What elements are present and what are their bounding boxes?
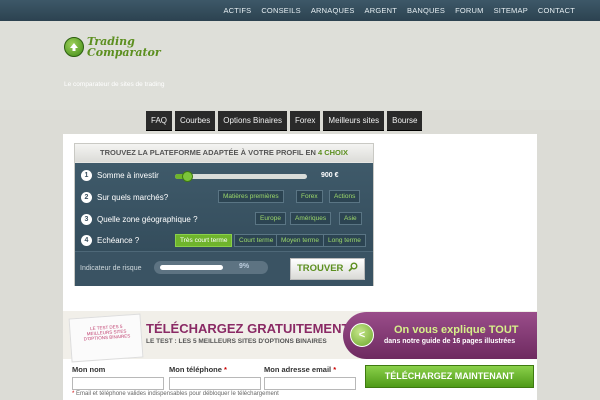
option-matieres-premieres[interactable]: Matières premières <box>218 190 284 203</box>
phone-label: Mon téléphone * <box>169 365 227 374</box>
banner-headline: On vous explique TOUT <box>394 324 519 336</box>
risk-indicator: Indicateur de risque 9% TROUVER <box>75 251 373 286</box>
question-label: Somme à investir <box>97 171 159 180</box>
step-number: 4 <box>81 235 92 246</box>
question-label: Sur quels marchés? <box>97 193 169 202</box>
step-number: 1 <box>81 170 92 181</box>
logo-line-2: Comparator <box>87 46 161 59</box>
question-amount: 1 Somme à investir <box>81 170 159 181</box>
risk-label: Indicateur de risque <box>80 265 142 272</box>
option-europe[interactable]: Europe <box>255 212 286 225</box>
nav-item-meilleurs-sites[interactable]: Meilleurs sites <box>323 111 385 131</box>
guide-explainer-banner: < On vous explique TOUT dans notre guide… <box>343 312 537 359</box>
finder-title-text: TROUVEZ LA PLATEFORME ADAPTÉE À VOTRE PR… <box>100 148 318 157</box>
step-number: 2 <box>81 192 92 203</box>
topnav-item-contact[interactable]: CONTACT <box>533 0 580 15</box>
site-tagline: Le comparateur de sites de trading <box>64 81 165 88</box>
topnav-item-arnaques[interactable]: ARNAQUES <box>306 0 360 15</box>
form-note: * Email et téléphone valides indispensab… <box>72 391 279 397</box>
amount-slider[interactable] <box>175 171 307 182</box>
find-button[interactable]: TROUVER <box>290 258 365 280</box>
find-button-label: TROUVER <box>296 263 344 274</box>
amount-value: 900 € <box>321 172 339 179</box>
risk-bar: 9% <box>154 261 268 274</box>
risk-value: 9% <box>239 263 250 270</box>
top-navigation: ACTIFS CONSEILS ARNAQUES ARGENT BANQUES … <box>0 0 600 21</box>
required-mark: * <box>72 391 75 397</box>
platform-finder: TROUVEZ LA PLATEFORME ADAPTÉE À VOTRE PR… <box>74 143 374 286</box>
download-now-button[interactable]: TÉLÉCHARGEZ MAINTENANT <box>365 365 534 388</box>
nav-item-forex[interactable]: Forex <box>289 111 321 131</box>
email-input[interactable] <box>264 377 356 390</box>
main-navigation: FAQ Courbes Options Binaires Forex Meill… <box>146 111 425 131</box>
topnav-item-actifs[interactable]: ACTIFS <box>218 0 256 15</box>
guide-cover-image: LE TEST DES 5 MEILLEURS SITES D'OPTIONS … <box>68 313 144 363</box>
required-mark: * <box>224 365 227 374</box>
question-term: 4 Echéance ? <box>81 235 139 246</box>
topnav-item-banques[interactable]: BANQUES <box>402 0 450 15</box>
nav-item-options-binaires[interactable]: Options Binaires <box>218 111 287 131</box>
slider-handle[interactable] <box>181 171 193 182</box>
finder-body: 1 Somme à investir 900 € 2 Sur quels mar… <box>75 163 373 286</box>
name-label: Mon nom <box>72 365 106 374</box>
magnifier-icon <box>348 262 358 272</box>
finder-title-highlight: 4 CHOIX <box>317 148 348 157</box>
logo-text: Trading Comparator <box>87 36 161 58</box>
option-actions[interactable]: Actions <box>329 190 361 203</box>
risk-bar-fill <box>160 265 223 270</box>
promo-headline: TÉLÉCHARGEZ GRATUITEMENT <box>146 321 350 336</box>
step-number: 3 <box>81 214 92 225</box>
phone-input[interactable] <box>169 377 261 390</box>
name-input[interactable] <box>72 377 164 390</box>
promo-subline: LE TEST : LES 5 MEILLEURS SITES D'OPTION… <box>146 338 327 345</box>
topnav-item-forum[interactable]: FORUM <box>450 0 489 15</box>
question-zone: 3 Quelle zone géographique ? <box>81 214 198 225</box>
question-markets: 2 Sur quels marchés? <box>81 192 168 203</box>
guide-cover-title: LE TEST DES 5 MEILLEURS SITES D'OPTIONS … <box>83 323 131 342</box>
option-moyen-terme[interactable]: Moyen terme <box>276 234 324 247</box>
required-mark: * <box>333 365 337 374</box>
option-asie[interactable]: Asie <box>339 212 362 225</box>
topnav-item-argent[interactable]: ARGENT <box>360 0 402 15</box>
option-ameriques[interactable]: Amériques <box>290 212 332 225</box>
nav-item-courbes[interactable]: Courbes <box>175 111 216 131</box>
finder-title: TROUVEZ LA PLATEFORME ADAPTÉE À VOTRE PR… <box>75 144 373 162</box>
topnav-item-conseils[interactable]: CONSEILS <box>256 0 306 15</box>
nav-item-faq[interactable]: FAQ <box>146 111 173 131</box>
nav-item-bourse[interactable]: Bourse <box>387 111 423 131</box>
topnav-item-sitemap[interactable]: SITEMAP <box>489 0 533 15</box>
banner-subline: dans notre guide de 16 pages illustrées <box>384 338 516 345</box>
option-forex[interactable]: Forex <box>296 190 323 203</box>
arrow-left-icon: < <box>350 323 374 347</box>
email-label: Mon adresse email * <box>264 365 337 374</box>
question-label: Echéance ? <box>97 236 140 245</box>
option-court-terme[interactable]: Court terme <box>234 234 279 247</box>
question-label: Quelle zone géographique ? <box>97 215 198 224</box>
up-arrow-icon <box>64 37 84 57</box>
option-tres-court-terme[interactable]: Très court terme <box>175 234 233 247</box>
site-logo[interactable]: Trading Comparator <box>64 36 161 58</box>
option-long-terme[interactable]: Long terme <box>323 234 366 247</box>
